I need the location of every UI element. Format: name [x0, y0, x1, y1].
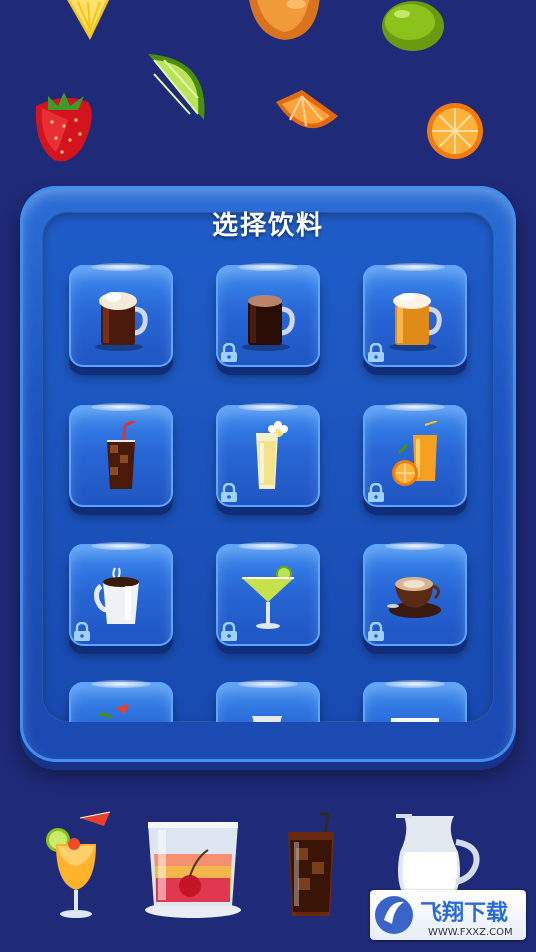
lemon-slice-icon: [67, 0, 110, 40]
tile-highlight: [238, 680, 298, 688]
lock-icon: [367, 482, 385, 503]
tile-highlight: [385, 403, 445, 411]
drink-tile[interactable]: [363, 542, 467, 654]
drink-grid: [44, 250, 492, 722]
lock-icon: [220, 342, 238, 363]
margarita-glass-icon: [238, 560, 298, 632]
lock-icon: [367, 621, 385, 642]
tile-highlight: [238, 542, 298, 550]
coffee-mug-icon: [91, 560, 151, 632]
lime-slice-icon: [148, 54, 205, 120]
milk-jug-icon: [238, 698, 298, 722]
svg-text:WWW.FXXZ.COM: WWW.FXXZ.COM: [428, 927, 513, 938]
drink-tile[interactable]: [363, 403, 467, 515]
lock-icon: [220, 482, 238, 503]
lock-icon: [367, 342, 385, 363]
tile-highlight: [91, 263, 151, 271]
tile-highlight: [385, 680, 445, 688]
lock-icon: [73, 621, 91, 642]
drink-tile[interactable]: [216, 680, 320, 722]
site-watermark-logo: 飞翔下载 WWW.FXXZ.COM: [370, 890, 526, 940]
drink-tile[interactable]: [69, 680, 173, 722]
peach-icon: [249, 0, 320, 40]
svg-text:飞翔下载: 飞翔下载: [420, 900, 508, 926]
drink-tile[interactable]: [216, 263, 320, 375]
tile-highlight: [91, 403, 151, 411]
drink-tile[interactable]: [69, 263, 173, 375]
drink-tile[interactable]: [216, 403, 320, 515]
tile-highlight: [385, 263, 445, 271]
tile-highlight: [238, 263, 298, 271]
cappuccino-cup-icon: [385, 560, 445, 632]
tile-highlight: [385, 542, 445, 550]
drink-tile[interactable]: [363, 263, 467, 375]
orange-juice-icon: [385, 420, 445, 493]
orange-wedge-icon: [276, 90, 338, 129]
orange-slice-icon: [427, 103, 483, 159]
cherry-drink-icon: [145, 822, 241, 918]
stout-beer-mug-icon: [238, 281, 298, 353]
milk-jug-icon: [396, 814, 480, 900]
panel-title: 选择饮料: [211, 211, 324, 241]
tropical-cocktail-icon: [46, 811, 111, 918]
milkshake-glass-icon: [238, 421, 298, 493]
layered-drink-icon: [385, 698, 445, 722]
tile-highlight: [238, 403, 298, 411]
cocktail-umbrella-icon: [91, 698, 151, 722]
drink-tile[interactable]: [69, 403, 173, 515]
strawberry-icon: [35, 92, 92, 162]
drink-tile[interactable]: [363, 680, 467, 722]
iced-cola-icon: [288, 812, 334, 916]
lock-icon: [220, 621, 238, 642]
lager-beer-mug-icon: [385, 281, 445, 353]
drink-tile[interactable]: [69, 542, 173, 654]
watermark-logo-graphic: 飞翔下载 WWW.FXXZ.COM: [375, 896, 513, 938]
tile-highlight: [91, 680, 151, 688]
drink-tile[interactable]: [216, 542, 320, 654]
cola-glass-icon: [91, 419, 151, 493]
dark-beer-mug-icon: [91, 281, 151, 353]
tile-highlight: [91, 542, 151, 550]
lime-icon: [382, 1, 444, 51]
